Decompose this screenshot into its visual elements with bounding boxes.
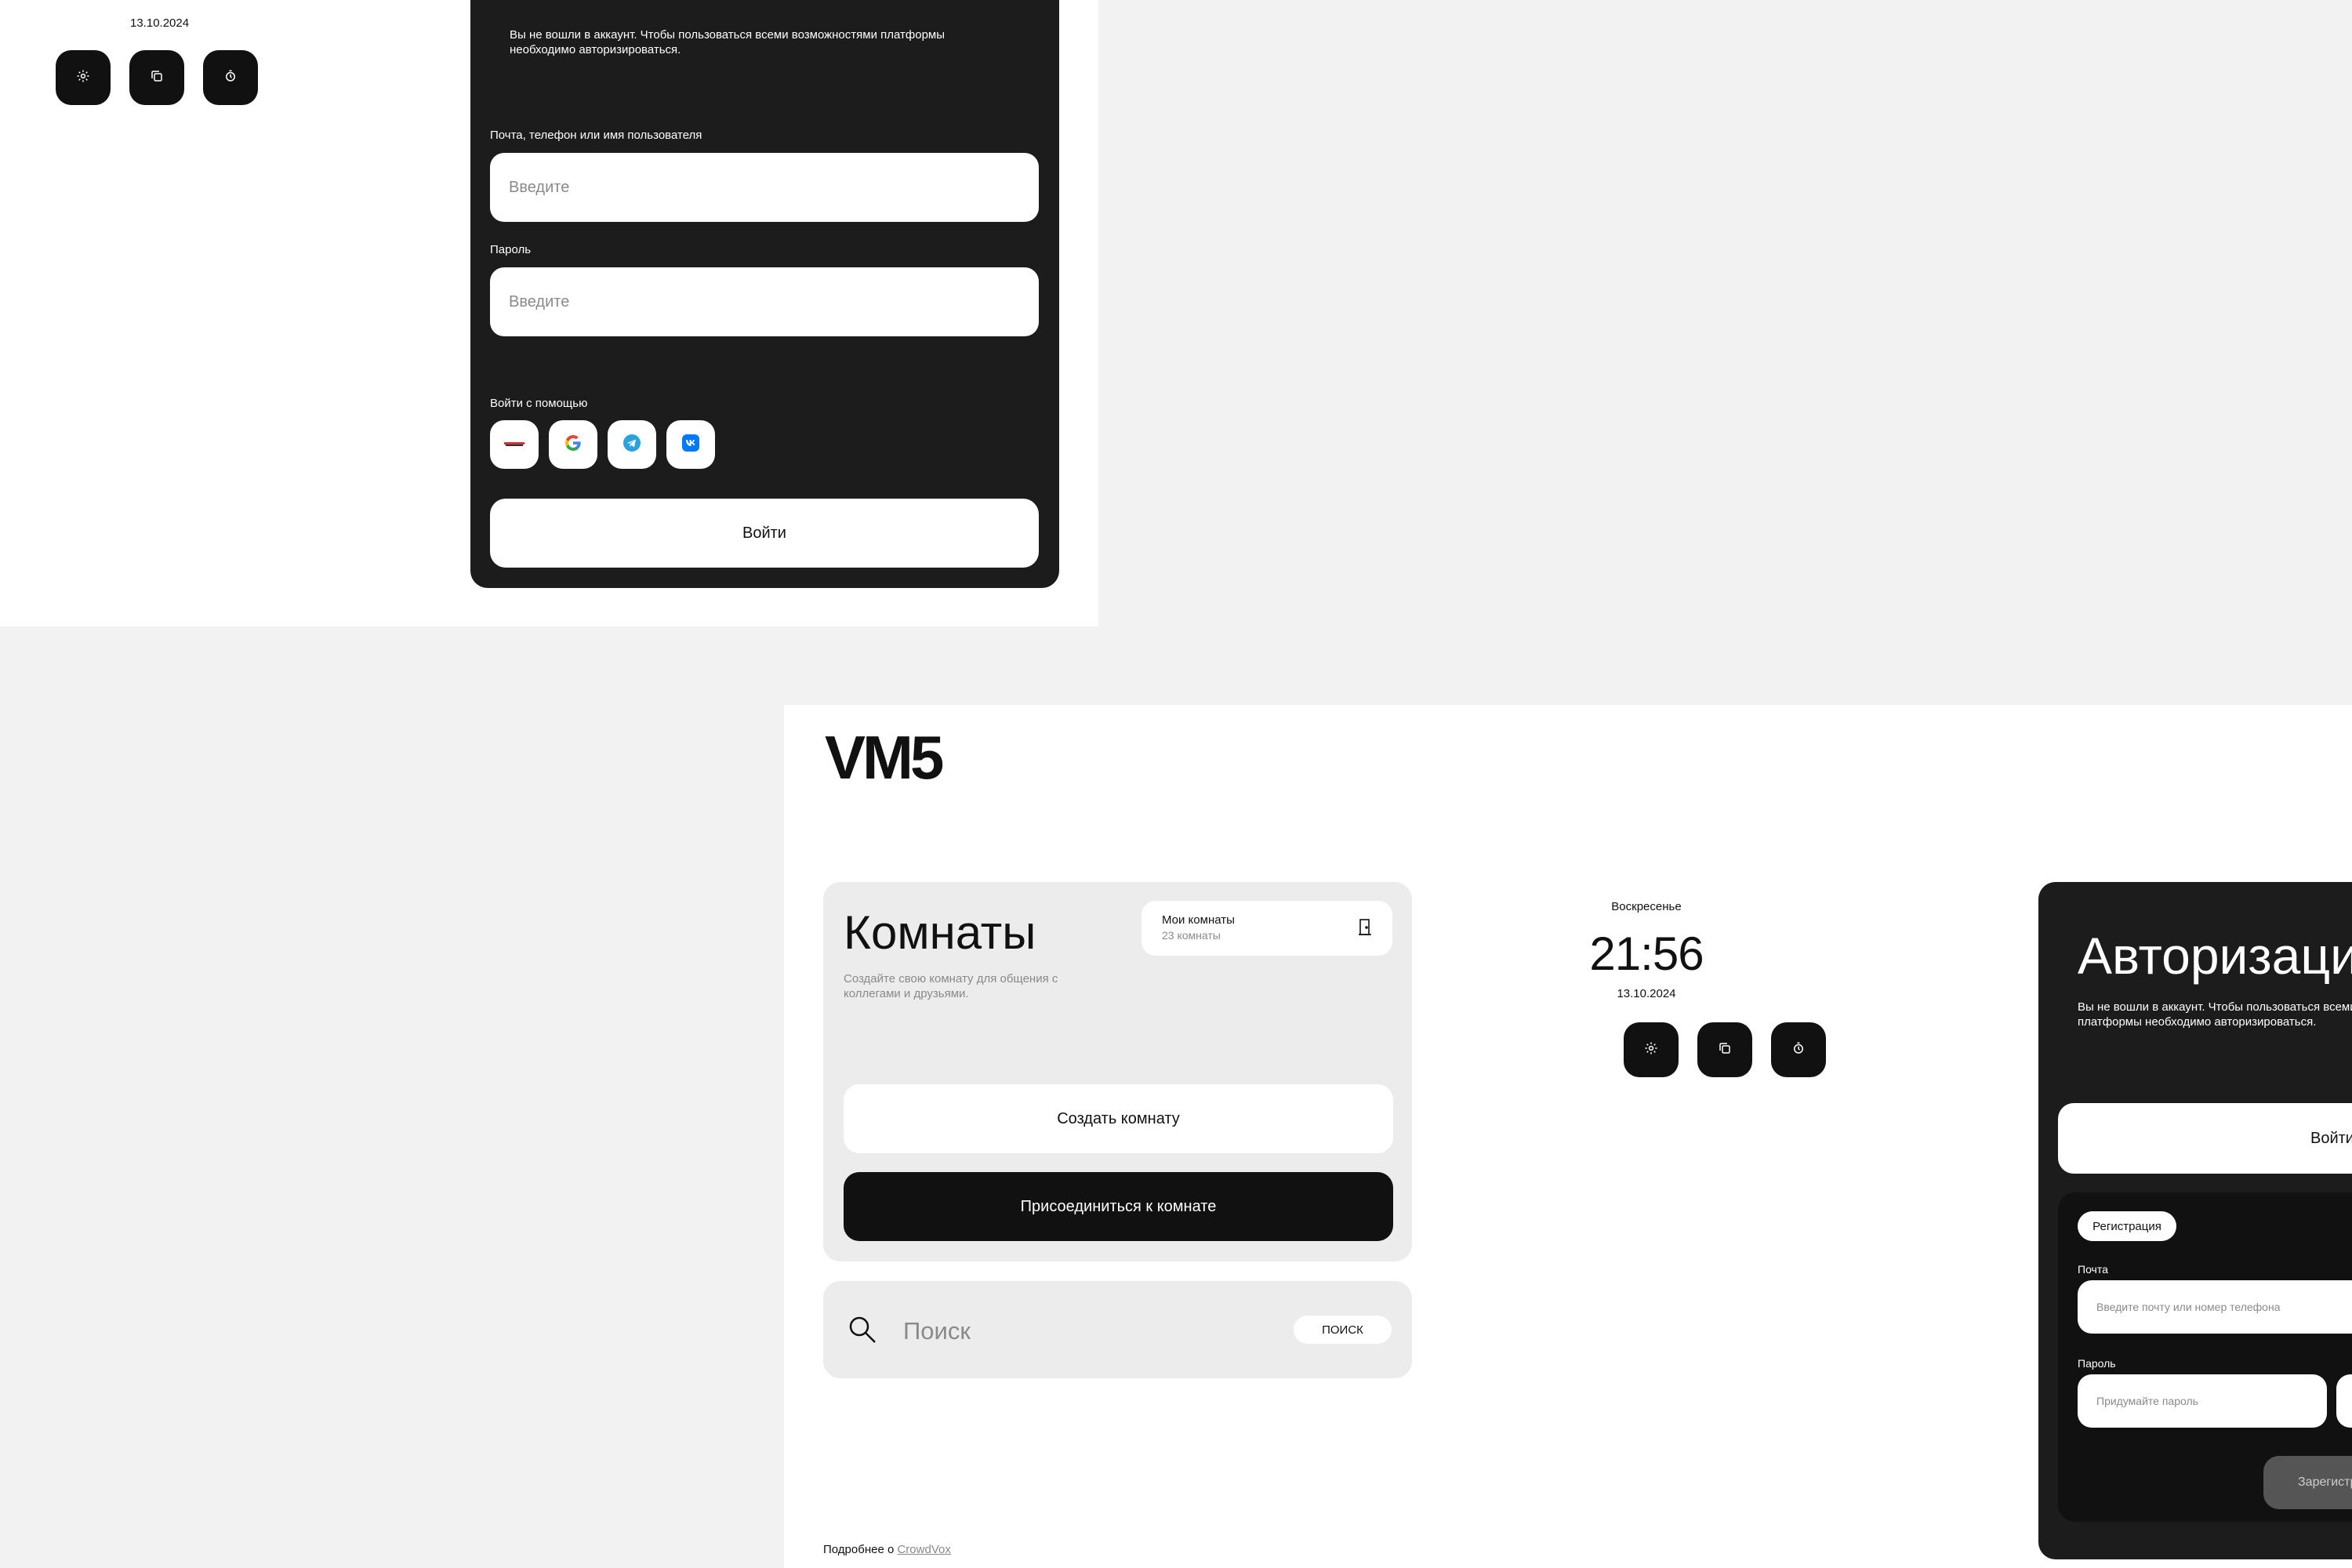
clock-date: 13.10.2024 bbox=[1617, 987, 1676, 1000]
password-label: Пароль bbox=[490, 243, 532, 256]
footer: Подробнее о CrowdVox bbox=[823, 1543, 951, 1556]
copy-icon bbox=[150, 69, 164, 87]
timer-button[interactable] bbox=[203, 50, 258, 105]
login-label: Почта, телефон или имя пользователя bbox=[490, 129, 702, 142]
app-logo: VM5 bbox=[825, 723, 944, 792]
telegram-login-button[interactable] bbox=[608, 420, 656, 469]
date-label: 13.10.2024 bbox=[130, 16, 190, 30]
clock-time: 21:56 bbox=[1589, 927, 1704, 980]
search-bar: ПОИСК bbox=[823, 1281, 1412, 1378]
my-rooms-title: Мои комнаты bbox=[1162, 913, 1235, 927]
password-confirm-field[interactable] bbox=[2336, 1374, 2352, 1428]
copy-icon bbox=[1718, 1041, 1732, 1059]
vk-login-button[interactable] bbox=[666, 420, 715, 469]
registration-tab[interactable]: Регистрация bbox=[2078, 1211, 2176, 1241]
register-submit-button[interactable]: Зарегистрироваться bbox=[2263, 1456, 2352, 1509]
google-login-button[interactable] bbox=[549, 420, 597, 469]
password-field[interactable]: Придумайте пароль bbox=[2078, 1374, 2327, 1428]
search-icon bbox=[847, 1314, 878, 1345]
rooms-title: Комнаты bbox=[844, 906, 1036, 959]
registration-card: Регистрация Почта Введите почту или номе… bbox=[2058, 1192, 2352, 1522]
footer-text: Подробнее о bbox=[823, 1543, 898, 1556]
email-label: Почта bbox=[2078, 1263, 2108, 1276]
join-room-button[interactable]: Присоединиться к комнате bbox=[844, 1172, 1393, 1241]
my-rooms-button[interactable]: Мои комнаты 23 комнаты bbox=[1142, 901, 1392, 956]
auth-title-clipped bbox=[510, 0, 666, 8]
rooms-description: Создайте свою комнату для общения с колл… bbox=[844, 972, 1058, 1000]
auth-description: Вы не вошли в аккаунт. Чтобы пользоватьс… bbox=[510, 28, 946, 56]
email-field[interactable]: Введите почту или номер телефона bbox=[2078, 1280, 2352, 1334]
yandex-icon bbox=[504, 437, 524, 452]
telegram-icon bbox=[622, 434, 641, 456]
gear-icon bbox=[1644, 1041, 1658, 1059]
clock-icon bbox=[223, 69, 238, 87]
my-rooms-count: 23 комнаты bbox=[1162, 929, 1221, 942]
search-button[interactable]: ПОИСК bbox=[1294, 1316, 1392, 1344]
door-icon bbox=[1358, 918, 1372, 937]
timer-button[interactable] bbox=[1771, 1022, 1826, 1077]
search-input[interactable] bbox=[902, 1312, 1218, 1350]
clock-icon bbox=[1791, 1041, 1806, 1059]
auth-description: Вы не вошли в аккаунт. Чтобы пользоватьс… bbox=[2078, 1000, 2352, 1029]
top-frame: 13.10.2024 Вы не вошли в аккаунт. Чтобы … bbox=[0, 0, 1098, 626]
yandex-login-button[interactable] bbox=[490, 420, 539, 469]
crowdvox-link[interactable]: CrowdVox bbox=[897, 1543, 950, 1556]
social-login-label: Войти с помощью bbox=[490, 397, 588, 410]
login-input[interactable]: Введите bbox=[490, 153, 1039, 222]
settings-button[interactable] bbox=[56, 50, 111, 105]
rooms-card: Комнаты Создайте свою комнату для общени… bbox=[823, 882, 1412, 1261]
password-input[interactable]: Введите bbox=[490, 267, 1039, 336]
password-label: Пароль bbox=[2078, 1357, 2116, 1370]
login-button[interactable]: Войти bbox=[2058, 1103, 2352, 1174]
google-icon bbox=[564, 434, 583, 456]
gear-icon bbox=[76, 69, 90, 87]
auth-panel: Вы не вошли в аккаунт. Чтобы пользоватьс… bbox=[470, 0, 1059, 588]
login-submit-button[interactable]: Войти bbox=[490, 499, 1039, 568]
auth-title: Авторизация bbox=[2078, 927, 2352, 985]
weekday-label: Воскресенье bbox=[1611, 900, 1682, 913]
settings-button[interactable] bbox=[1624, 1022, 1679, 1077]
copy-button[interactable] bbox=[1697, 1022, 1752, 1077]
bottom-frame: VM5 Комнаты Создайте свою комнату для об… bbox=[784, 705, 2352, 1568]
auth-panel-right: Авторизация Вы не вошли в аккаунт. Чтобы… bbox=[2038, 882, 2352, 1559]
create-room-button[interactable]: Создать комнату bbox=[844, 1084, 1393, 1153]
copy-button[interactable] bbox=[129, 50, 184, 105]
vk-icon bbox=[681, 434, 700, 456]
